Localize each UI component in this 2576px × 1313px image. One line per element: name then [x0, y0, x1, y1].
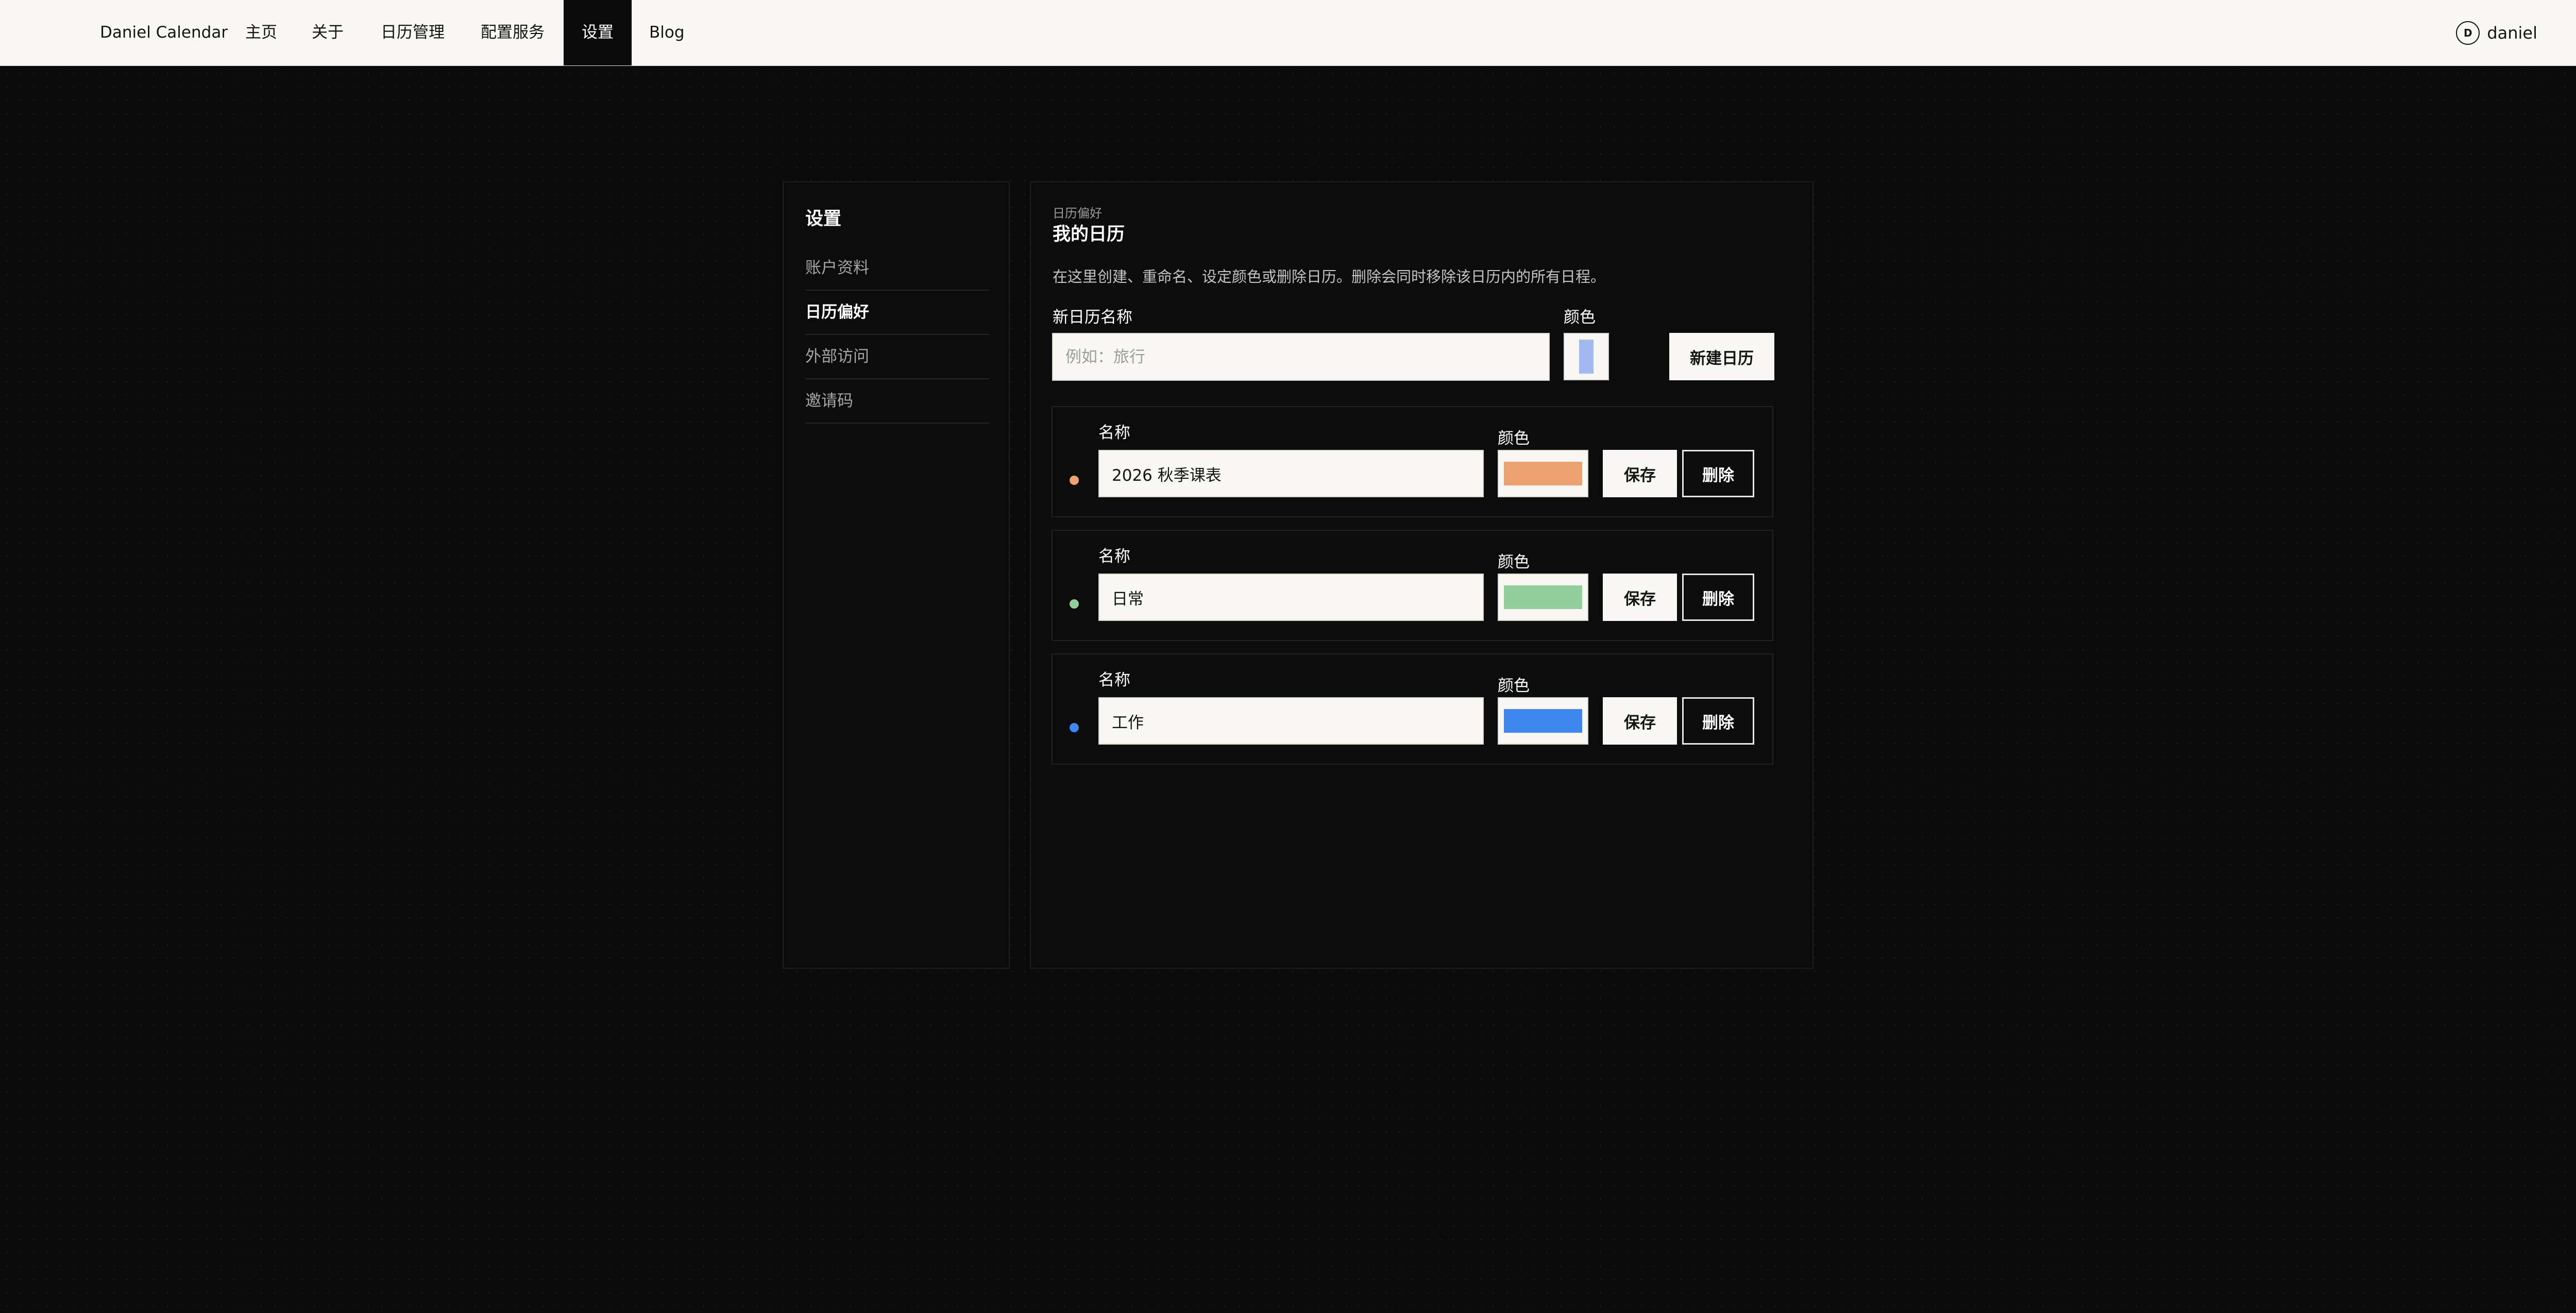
- calendar-color-picker[interactable]: [1498, 697, 1588, 745]
- calendar-item: 名称 颜色 保存 删除: [1052, 530, 1773, 641]
- color-swatch: [1504, 709, 1582, 733]
- sidebar-item-external-access[interactable]: 外部访问: [805, 336, 989, 379]
- color-swatch: [1504, 462, 1582, 485]
- nav-item-configure-services[interactable]: 配置服务: [481, 0, 545, 65]
- nav-item-settings[interactable]: 设置: [564, 0, 632, 65]
- sidebar-item-calendar-preferences[interactable]: 日历偏好: [805, 292, 989, 335]
- new-calendar-name-label: 新日历名称: [1053, 308, 1132, 327]
- calendar-color-label: 颜色: [1498, 677, 1530, 695]
- new-calendar-name-input[interactable]: [1052, 333, 1550, 381]
- top-navigation-bar: Daniel Calendar 主页 关于 日历管理 配置服务 设置 Blog …: [0, 0, 2576, 66]
- save-button[interactable]: 保存: [1603, 450, 1677, 497]
- sidebar-title: 设置: [805, 209, 842, 229]
- calendar-color-dot: [1070, 723, 1079, 732]
- save-button[interactable]: 保存: [1603, 574, 1677, 621]
- delete-button[interactable]: 删除: [1682, 450, 1754, 497]
- calendar-name-input[interactable]: [1098, 574, 1484, 621]
- calendar-name-label: 名称: [1098, 671, 1130, 689]
- calendar-color-label: 颜色: [1498, 429, 1530, 448]
- delete-button[interactable]: 删除: [1682, 697, 1754, 745]
- nav-item-calendar-management[interactable]: 日历管理: [381, 0, 445, 65]
- settings-sidebar: 设置 账户资料 日历偏好 外部访问 邀请码: [783, 181, 1010, 969]
- calendar-color-picker[interactable]: [1498, 450, 1588, 497]
- calendar-color-label: 颜色: [1498, 553, 1530, 571]
- brand-link[interactable]: Daniel Calendar: [100, 0, 228, 65]
- user-name: daniel: [2487, 23, 2537, 43]
- calendar-item: 名称 颜色 保存 删除: [1052, 653, 1773, 765]
- color-swatch: [1579, 340, 1594, 374]
- save-button[interactable]: 保存: [1603, 697, 1677, 745]
- calendar-name-input[interactable]: [1098, 697, 1484, 745]
- calendar-item: 名称 颜色 保存 删除: [1052, 406, 1773, 517]
- calendar-color-picker[interactable]: [1498, 574, 1588, 621]
- calendar-preferences-panel: 日历偏好 我的日历 在这里创建、重命名、设定颜色或删除日历。删除会同时移除该日历…: [1030, 181, 1814, 969]
- create-calendar-button[interactable]: 新建日历: [1669, 333, 1774, 380]
- avatar: D: [2456, 21, 2480, 45]
- nav-item-about[interactable]: 关于: [312, 0, 344, 65]
- page-title: 我的日历: [1053, 224, 1125, 245]
- nav-item-blog[interactable]: Blog: [649, 0, 685, 65]
- calendar-color-dot: [1070, 476, 1079, 485]
- sidebar-item-invite-code[interactable]: 邀请码: [805, 380, 989, 424]
- calendar-color-dot: [1070, 599, 1079, 609]
- user-menu[interactable]: D daniel: [2456, 0, 2537, 65]
- calendar-name-label: 名称: [1098, 424, 1130, 442]
- nav-item-home[interactable]: 主页: [245, 0, 277, 65]
- color-swatch: [1504, 585, 1582, 609]
- new-calendar-color-label: 颜色: [1564, 308, 1596, 327]
- new-calendar-color-picker[interactable]: [1564, 333, 1609, 380]
- calendar-name-label: 名称: [1098, 547, 1130, 566]
- delete-button[interactable]: 删除: [1682, 574, 1754, 621]
- sidebar-item-account-profile[interactable]: 账户资料: [805, 247, 989, 291]
- section-eyebrow: 日历偏好: [1053, 206, 1102, 221]
- calendar-name-input[interactable]: [1098, 450, 1484, 497]
- page-description: 在这里创建、重命名、设定颜色或删除日历。删除会同时移除该日历内的所有日程。: [1053, 268, 1606, 285]
